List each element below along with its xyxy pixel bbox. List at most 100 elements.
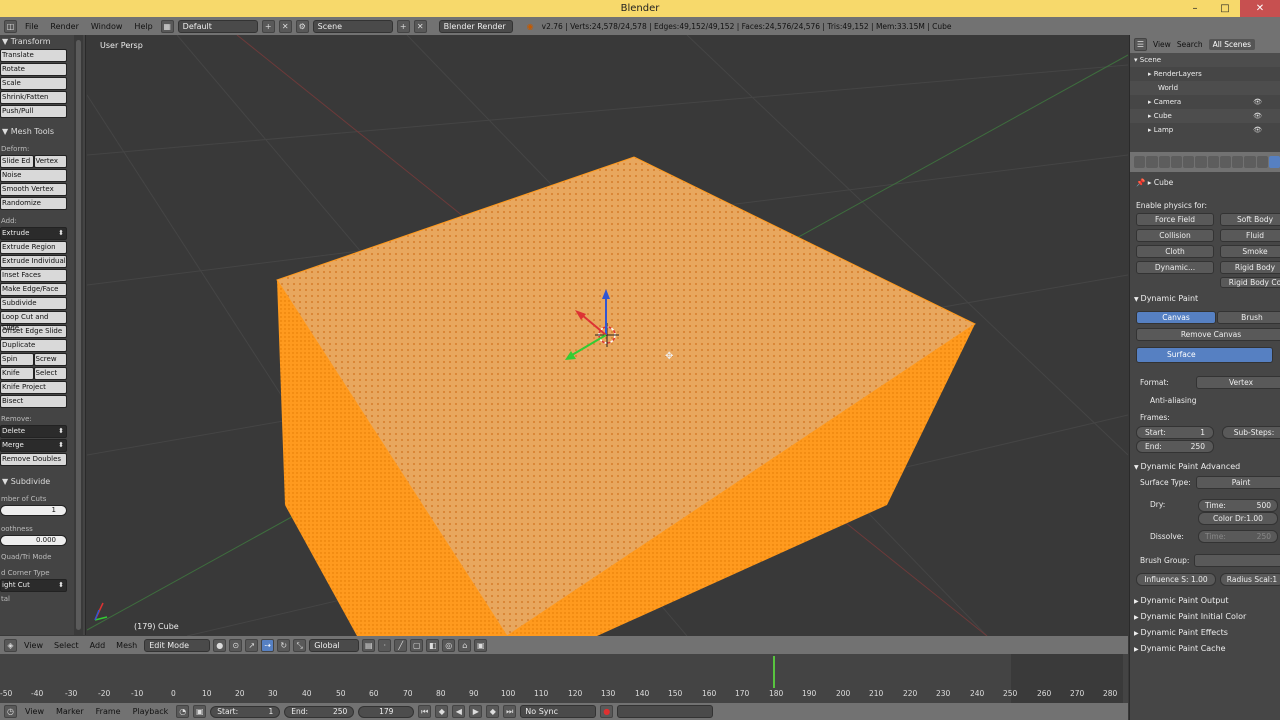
soft-body-button[interactable]: Soft Body	[1220, 213, 1280, 226]
face-select-icon[interactable]: ▢	[410, 638, 424, 652]
jump-start-icon[interactable]: ⏮	[418, 705, 432, 718]
color-dry-field[interactable]: Color Dr:1.00	[1198, 512, 1278, 525]
preview-range-icon[interactable]: ◔	[176, 705, 190, 718]
next-keyframe-icon[interactable]: ◆	[486, 705, 500, 718]
smooth-vertex-button[interactable]: Smooth Vertex	[0, 183, 67, 196]
scene-tab-icon[interactable]	[1158, 156, 1170, 168]
visibility-eye-icon[interactable]: 👁	[1253, 109, 1262, 123]
extrude-individual-button[interactable]: Extrude Individual	[0, 255, 67, 268]
menu-render[interactable]: Render	[46, 22, 82, 31]
subdivide-button[interactable]: Subdivide	[0, 297, 67, 310]
outliner-item-scene[interactable]: ▾ Scene	[1130, 53, 1280, 67]
mesh-tools-panel-title[interactable]: ▼ Mesh Tools	[0, 125, 85, 139]
substeps-field[interactable]: Sub-Steps:	[1222, 426, 1280, 439]
knife-project-button[interactable]: Knife Project	[0, 381, 67, 394]
editor-type-3d-icon[interactable]: ◈	[4, 638, 17, 652]
surface-type-select[interactable]: Paint	[1196, 476, 1280, 489]
dynamic-paint-effects-panel[interactable]: Dynamic Paint Effects	[1130, 625, 1280, 641]
menu-marker[interactable]: Marker	[52, 707, 88, 716]
merge-dropdown[interactable]: Merge ⬍	[0, 439, 67, 452]
knife-select-button[interactable]: Select	[33, 367, 67, 380]
dynamic-paint-output-panel[interactable]: Dynamic Paint Output	[1130, 593, 1280, 609]
outliner-view-menu[interactable]: View	[1153, 40, 1171, 49]
push-pull-button[interactable]: Push/Pull	[0, 105, 67, 118]
outliner-item-lamp[interactable]: ▸ Lamp 👁	[1130, 123, 1280, 137]
rigid-body-constraint-button[interactable]: Rigid Body Co	[1220, 277, 1280, 288]
quad-tri-checkbox[interactable]: Quad/Tri Mode	[0, 551, 85, 563]
viewport-shading-icon[interactable]: ●	[213, 638, 227, 652]
data-tab-icon[interactable]	[1219, 156, 1231, 168]
menu-playback[interactable]: Playback	[129, 707, 173, 716]
noise-button[interactable]: Noise	[0, 169, 67, 182]
surface-list-item[interactable]: Surface	[1136, 347, 1273, 363]
screw-button[interactable]: Screw	[33, 353, 67, 366]
menu-view[interactable]: View	[21, 707, 48, 716]
add-scene-icon[interactable]: +	[396, 19, 410, 33]
manipulator-icon[interactable]: ↗	[245, 638, 259, 652]
extrude-region-button[interactable]: Extrude Region	[0, 241, 67, 254]
constraints-tab-icon[interactable]	[1195, 156, 1207, 168]
transform-panel-title[interactable]: ▼ Transform	[0, 35, 85, 49]
influence-scale-field[interactable]: Influence S: 1.00	[1136, 573, 1216, 586]
pivot-point-icon[interactable]: ⊙	[229, 638, 243, 652]
vertex-select-icon[interactable]: ·	[378, 638, 392, 652]
snap-icon[interactable]: ⌂	[458, 638, 472, 652]
scene-field[interactable]: Scene	[312, 19, 393, 33]
record-icon[interactable]: ●	[600, 705, 614, 718]
dynamic-paint-button[interactable]: Dynamic...	[1136, 261, 1214, 274]
start-frame-field[interactable]: Start: 1	[210, 705, 281, 718]
timeline-playhead[interactable]	[772, 656, 775, 688]
canvas-tab[interactable]: Canvas	[1136, 311, 1216, 324]
render-layers-tab-icon[interactable]	[1146, 156, 1158, 168]
rigid-body-button[interactable]: Rigid Body	[1220, 261, 1280, 274]
corner-type-dropdown[interactable]: ight Cut ⬍	[0, 579, 67, 592]
anti-aliasing-checkbox[interactable]: Anti-aliasing	[1130, 393, 1280, 408]
fluid-button[interactable]: Fluid	[1220, 229, 1280, 242]
frame-start-field[interactable]: Start: 1	[1136, 426, 1214, 439]
editor-type-outliner-icon[interactable]: ☰	[1134, 37, 1147, 51]
menu-add[interactable]: Add	[86, 641, 110, 650]
current-frame-field[interactable]: 179	[358, 705, 415, 718]
dry-time-field[interactable]: Time: 500	[1198, 499, 1278, 512]
remove-doubles-button[interactable]: Remove Doubles	[0, 453, 67, 466]
vertex-slide-button[interactable]: Vertex	[33, 155, 67, 168]
lock-range-icon[interactable]: ▣	[193, 705, 207, 718]
extrude-dropdown[interactable]: Extrude ⬍	[0, 227, 67, 240]
duplicate-button[interactable]: Duplicate	[0, 339, 67, 352]
knife-button[interactable]: Knife	[0, 367, 34, 380]
editor-type-timeline-icon[interactable]: ◷	[4, 705, 17, 718]
outliner-display-mode[interactable]: All Scenes	[1208, 38, 1256, 50]
maximize-button[interactable]: □	[1210, 0, 1240, 17]
texture-tab-icon[interactable]	[1244, 156, 1256, 168]
screen-layout-field[interactable]: Default	[177, 19, 258, 33]
sync-mode-select[interactable]: No Sync	[520, 705, 597, 718]
world-tab-icon[interactable]	[1170, 156, 1182, 168]
outliner-item-camera[interactable]: ▸ Camera 👁	[1130, 95, 1280, 109]
render-tab-icon[interactable]	[1134, 156, 1146, 168]
layers-icon[interactable]: ▤	[362, 638, 376, 652]
scale-manipulator-icon[interactable]: ⤡	[293, 638, 307, 652]
render-preview-icon[interactable]: ▣	[474, 638, 488, 652]
dynamic-paint-panel-header[interactable]: Dynamic Paint	[1130, 291, 1280, 307]
loop-cut-slide-button[interactable]: Loop Cut and Slide	[0, 311, 67, 332]
bisect-button[interactable]: Bisect	[0, 395, 67, 408]
rotate-manipulator-icon[interactable]: ↻	[277, 638, 291, 652]
offset-edge-slide-button[interactable]: Offset Edge Slide	[0, 325, 67, 338]
render-engine-select[interactable]: Blender Render	[438, 19, 513, 33]
cloth-button[interactable]: Cloth	[1136, 245, 1214, 258]
remove-scene-icon[interactable]: ✕	[413, 19, 427, 33]
material-tab-icon[interactable]	[1232, 156, 1244, 168]
outliner-search-menu[interactable]: Search	[1177, 40, 1203, 49]
rotate-button[interactable]: Rotate	[0, 63, 67, 76]
prev-keyframe-icon[interactable]: ◆	[435, 705, 449, 718]
spin-button[interactable]: Spin	[0, 353, 34, 366]
menu-view[interactable]: View	[20, 641, 47, 650]
dissolve-time-field[interactable]: Time: 250	[1198, 530, 1278, 543]
limit-selection-icon[interactable]: ◧	[426, 638, 440, 652]
toolshelf-scrollbar[interactable]	[74, 35, 83, 635]
physics-tab-icon[interactable]	[1268, 156, 1280, 168]
menu-file[interactable]: File	[21, 22, 42, 31]
play-reverse-icon[interactable]: ◀	[452, 705, 466, 718]
menu-window[interactable]: Window	[87, 22, 127, 31]
outliner-item-world[interactable]: World	[1130, 81, 1280, 95]
